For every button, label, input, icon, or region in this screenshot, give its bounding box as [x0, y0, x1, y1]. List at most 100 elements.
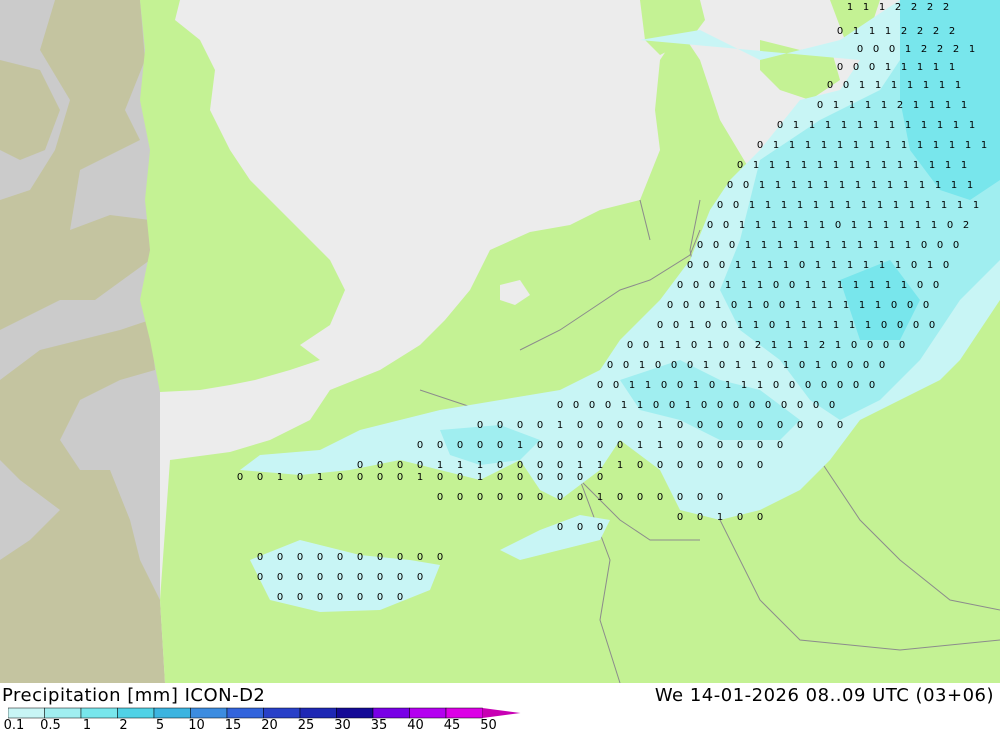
precip-value-label: 1: [857, 240, 863, 251]
precip-value-label: 0: [873, 44, 879, 55]
precip-value-label: 1: [773, 140, 779, 151]
precip-value-label: 1: [793, 240, 799, 251]
precip-value-label: 1: [967, 180, 973, 191]
precip-value-label: 1: [807, 180, 813, 191]
precip-value-label: 0: [717, 420, 723, 431]
precip-value-label: 1: [973, 200, 979, 211]
precip-value-label: 1: [869, 26, 875, 37]
precip-value-label: 0: [933, 280, 939, 291]
precip-value-label: 0: [637, 492, 643, 503]
precip-value-label: 0: [757, 420, 763, 431]
legend-bin: [372, 707, 410, 719]
precip-value-label: 0: [607, 360, 613, 371]
precip-value-label: 1: [833, 160, 839, 171]
precip-value-label: 0: [677, 420, 683, 431]
precip-value-label: 0: [457, 440, 463, 451]
precip-value-label: 1: [901, 62, 907, 73]
precip-value-label: 1: [863, 2, 869, 13]
precip-value-label: 1: [739, 220, 745, 231]
precip-value-label: 2: [911, 2, 917, 13]
precip-value-label: 1: [889, 120, 895, 131]
precip-value-label: 1: [657, 440, 663, 451]
precip-value-label: 1: [865, 100, 871, 111]
precip-value-label: 0: [817, 420, 823, 431]
precip-value-label: 0: [709, 280, 715, 291]
precip-value-label: 0: [377, 552, 383, 563]
precip-value-label: 0: [837, 62, 843, 73]
precip-value-label: 0: [699, 300, 705, 311]
precip-value-label: 0: [757, 440, 763, 451]
precip-value-label: 1: [809, 120, 815, 131]
precip-value-label: 1: [917, 62, 923, 73]
precip-value-label: 0: [277, 592, 283, 603]
legend-tick-label: 40: [407, 718, 424, 733]
precip-value-label: 1: [793, 120, 799, 131]
precip-value-label: 0: [337, 592, 343, 603]
precip-value-label: 1: [849, 160, 855, 171]
precip-value-label: 1: [881, 160, 887, 171]
precip-value-label: 0: [869, 380, 875, 391]
precip-value-label: 0: [797, 420, 803, 431]
precip-value-label: 1: [885, 140, 891, 151]
precip-value-label: 0: [537, 472, 543, 483]
precip-value-label: 0: [661, 380, 667, 391]
precip-value-label: 1: [821, 280, 827, 291]
precip-value-label: 2: [755, 340, 761, 351]
precip-value-label: 1: [717, 512, 723, 523]
precip-value-label: 0: [497, 460, 503, 471]
precip-value-label: 0: [835, 220, 841, 231]
precip-value-label: 0: [337, 472, 343, 483]
precip-value-label: 1: [751, 260, 757, 271]
precip-value-label: 0: [757, 140, 763, 151]
precip-value-label: 0: [477, 440, 483, 451]
precip-value-label: 0: [757, 460, 763, 471]
precip-value-label: 0: [843, 80, 849, 91]
precip-value-label: 1: [885, 62, 891, 73]
precip-value-label: 0: [737, 512, 743, 523]
precip-value-label: 1: [961, 160, 967, 171]
precip-value-label: 1: [675, 340, 681, 351]
precip-value-label: 0: [731, 300, 737, 311]
precip-value-label: 1: [941, 200, 947, 211]
precip-value-label: 0: [797, 400, 803, 411]
precip-value-label: 0: [537, 492, 543, 503]
precip-value-label: 1: [841, 120, 847, 131]
precip-value-label: 1: [949, 140, 955, 151]
precip-value-label: 0: [831, 360, 837, 371]
legend-tick-label: 35: [370, 718, 388, 733]
precip-value-label: 2: [949, 26, 955, 37]
precip-value-label: 0: [943, 260, 949, 271]
precip-value-label: 1: [797, 200, 803, 211]
precip-value-label: 1: [477, 460, 483, 471]
precip-value-label: 0: [317, 552, 323, 563]
precip-value-label: 1: [829, 200, 835, 211]
precip-value-label: 1: [825, 240, 831, 251]
precip-value-label: 1: [855, 180, 861, 191]
precip-value-label: 1: [795, 300, 801, 311]
legend-bin: [153, 707, 191, 719]
precip-value-label: 1: [891, 80, 897, 91]
precip-value-label: 1: [889, 240, 895, 251]
precip-value-label: 1: [907, 80, 913, 91]
precip-value-label: 1: [785, 160, 791, 171]
precip-value-label: 2: [927, 2, 933, 13]
precip-value-label: 0: [297, 592, 303, 603]
precip-value-label: 0: [677, 280, 683, 291]
precip-value-label: 1: [621, 400, 627, 411]
precip-value-label: 0: [667, 300, 673, 311]
precip-value-label: 1: [745, 240, 751, 251]
precip-value-label: 1: [789, 140, 795, 151]
precip-value-label: 1: [849, 320, 855, 331]
precip-value-label: 0: [717, 400, 723, 411]
precip-value-label: 0: [737, 440, 743, 451]
precip-value-label: 0: [417, 460, 423, 471]
precip-value-label: 1: [805, 140, 811, 151]
precip-value-label: 0: [577, 420, 583, 431]
legend-tick-label: 30: [334, 718, 351, 733]
precip-value-label: 0: [397, 592, 403, 603]
precip-value-label: 1: [869, 280, 875, 291]
precip-value-label: 1: [715, 300, 721, 311]
precip-value-label: 1: [477, 472, 483, 483]
precip-value-label: 1: [317, 472, 323, 483]
precip-value-label: 2: [921, 44, 927, 55]
